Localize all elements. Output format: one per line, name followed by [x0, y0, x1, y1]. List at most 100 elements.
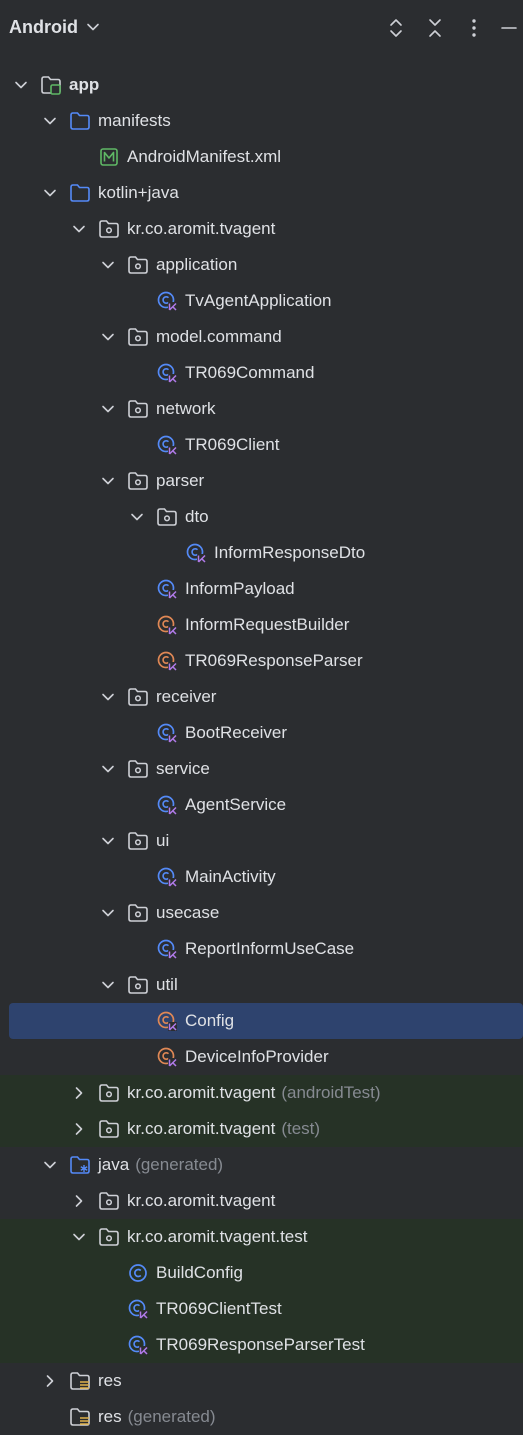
chevron-down-icon[interactable] [100, 905, 116, 921]
tree-row[interactable]: MainActivity [0, 859, 523, 895]
tree-row[interactable]: ReportInformUseCase [0, 931, 523, 967]
tree-row[interactable]: TR069ResponseParserTest [0, 1327, 523, 1363]
tree-row[interactable]: TR069ClientTest [0, 1291, 523, 1327]
tree-row[interactable]: parser [0, 463, 523, 499]
tree-item-label: app [69, 75, 99, 95]
more-options-icon[interactable] [462, 16, 486, 40]
tree-row[interactable]: usecase [0, 895, 523, 931]
tree-row[interactable]: kr.co.aromit.tvagent [0, 1183, 523, 1219]
tree-item-name: model.command [156, 327, 282, 346]
tree-item-name: TR069Command [185, 363, 315, 382]
tree-row[interactable]: TR069ResponseParser [0, 643, 523, 679]
tree-item-name: kr.co.aromit.tvagent [127, 1119, 276, 1138]
tree-row[interactable]: BootReceiver [0, 715, 523, 751]
tree-row[interactable]: kr.co.aromit.tvagent (test) [0, 1111, 523, 1147]
kotlin-class-icon [156, 362, 178, 384]
tree-row[interactable]: model.command [0, 319, 523, 355]
chevron-right-icon[interactable] [42, 1373, 58, 1389]
minimize-icon[interactable] [497, 16, 521, 40]
tree-row[interactable]: util [0, 967, 523, 1003]
tree-row[interactable]: AgentService [0, 787, 523, 823]
chevron-down-icon[interactable] [86, 20, 100, 34]
collapse-all-icon[interactable] [423, 16, 447, 40]
tree-row[interactable]: BuildConfig [0, 1255, 523, 1291]
chevron-down-icon[interactable] [100, 761, 116, 777]
project-view-selector[interactable]: Android [9, 17, 78, 38]
chevron-down-icon[interactable] [100, 473, 116, 489]
kotlin-class-icon [156, 938, 178, 960]
tree-row[interactable]: InformRequestBuilder [0, 607, 523, 643]
kotlin-class-icon [156, 290, 178, 312]
package-icon [127, 398, 149, 420]
module-folder-icon [40, 74, 62, 96]
chevron-right-icon[interactable] [71, 1121, 87, 1137]
chevron-down-icon[interactable] [42, 1157, 58, 1173]
chevron-down-icon[interactable] [129, 509, 145, 525]
tree-item-label: application [156, 255, 237, 275]
tree-row[interactable]: kotlin+java [0, 175, 523, 211]
kotlin-object-icon [156, 1010, 178, 1032]
tree-item-name: usecase [156, 903, 220, 922]
tree-row[interactable]: InformPayload [0, 571, 523, 607]
package-icon [127, 686, 149, 708]
chevron-down-icon[interactable] [42, 185, 58, 201]
chevron-down-icon[interactable] [100, 329, 116, 345]
package-icon [127, 902, 149, 924]
tree-row[interactable]: TvAgentApplication [0, 283, 523, 319]
tree-row[interactable]: service [0, 751, 523, 787]
kotlin-class-icon [127, 1334, 149, 1356]
tree-row[interactable]: dto [0, 499, 523, 535]
tree-item-name: AndroidManifest.xml [127, 147, 282, 166]
tree-row[interactable]: app [0, 67, 523, 103]
tree-row[interactable]: java (generated) [0, 1147, 523, 1183]
kotlin-class-icon [156, 866, 178, 888]
tree-item-label: BootReceiver [185, 723, 287, 743]
chevron-right-icon[interactable] [71, 1085, 87, 1101]
tree-row[interactable]: TR069Client [0, 427, 523, 463]
tree-item-suffix: (generated) [135, 1155, 224, 1174]
tree-row[interactable]: Config [9, 1003, 523, 1039]
chevron-down-icon[interactable] [13, 77, 29, 93]
tree-row[interactable]: TR069Command [0, 355, 523, 391]
tree-item-name: TvAgentApplication [185, 291, 332, 310]
tree-item-name: TR069ResponseParserTest [156, 1335, 365, 1354]
chevron-down-icon[interactable] [100, 977, 116, 993]
chevron-down-icon[interactable] [100, 833, 116, 849]
tree-item-label: res [98, 1371, 122, 1391]
chevron-down-icon[interactable] [71, 1229, 87, 1245]
tree-row[interactable]: manifests [0, 103, 523, 139]
chevron-down-icon[interactable] [42, 113, 58, 129]
tree-item-label: network [156, 399, 216, 419]
tree-item-name: util [156, 975, 178, 994]
tree-row[interactable]: kr.co.aromit.tvagent (androidTest) [0, 1075, 523, 1111]
chevron-down-icon[interactable] [100, 257, 116, 273]
resources-folder-icon [69, 1406, 91, 1428]
tree-row[interactable]: res [0, 1363, 523, 1399]
package-icon [156, 506, 178, 528]
tree-row[interactable]: receiver [0, 679, 523, 715]
tree-item-label: parser [156, 471, 204, 491]
chevron-down-icon[interactable] [100, 401, 116, 417]
expand-all-icon[interactable] [384, 16, 408, 40]
chevron-right-icon[interactable] [71, 1193, 87, 1209]
tree-row[interactable]: DeviceInfoProvider [0, 1039, 523, 1075]
tree-item-label: TR069Command [185, 363, 314, 383]
tree-row[interactable]: kr.co.aromit.tvagent.test [0, 1219, 523, 1255]
tree-item-name: BuildConfig [156, 1263, 243, 1282]
tree-item-label: kr.co.aromit.tvagent (androidTest) [127, 1083, 381, 1103]
tree-row[interactable]: res (generated) [0, 1399, 523, 1435]
tree-row[interactable]: InformResponseDto [0, 535, 523, 571]
tree-row[interactable]: ui [0, 823, 523, 859]
tree-row[interactable]: application [0, 247, 523, 283]
tree-item-name: TR069ResponseParser [185, 651, 363, 670]
chevron-down-icon[interactable] [100, 689, 116, 705]
tree-item-name: kotlin+java [98, 183, 179, 202]
tree-item-name: DeviceInfoProvider [185, 1047, 329, 1066]
tree-item-name: network [156, 399, 216, 418]
tree-row[interactable]: network [0, 391, 523, 427]
tree-row[interactable]: kr.co.aromit.tvagent [0, 211, 523, 247]
tree-row[interactable]: AndroidManifest.xml [0, 139, 523, 175]
tree-item-label: InformPayload [185, 579, 295, 599]
package-icon [98, 1118, 120, 1140]
chevron-down-icon[interactable] [71, 221, 87, 237]
